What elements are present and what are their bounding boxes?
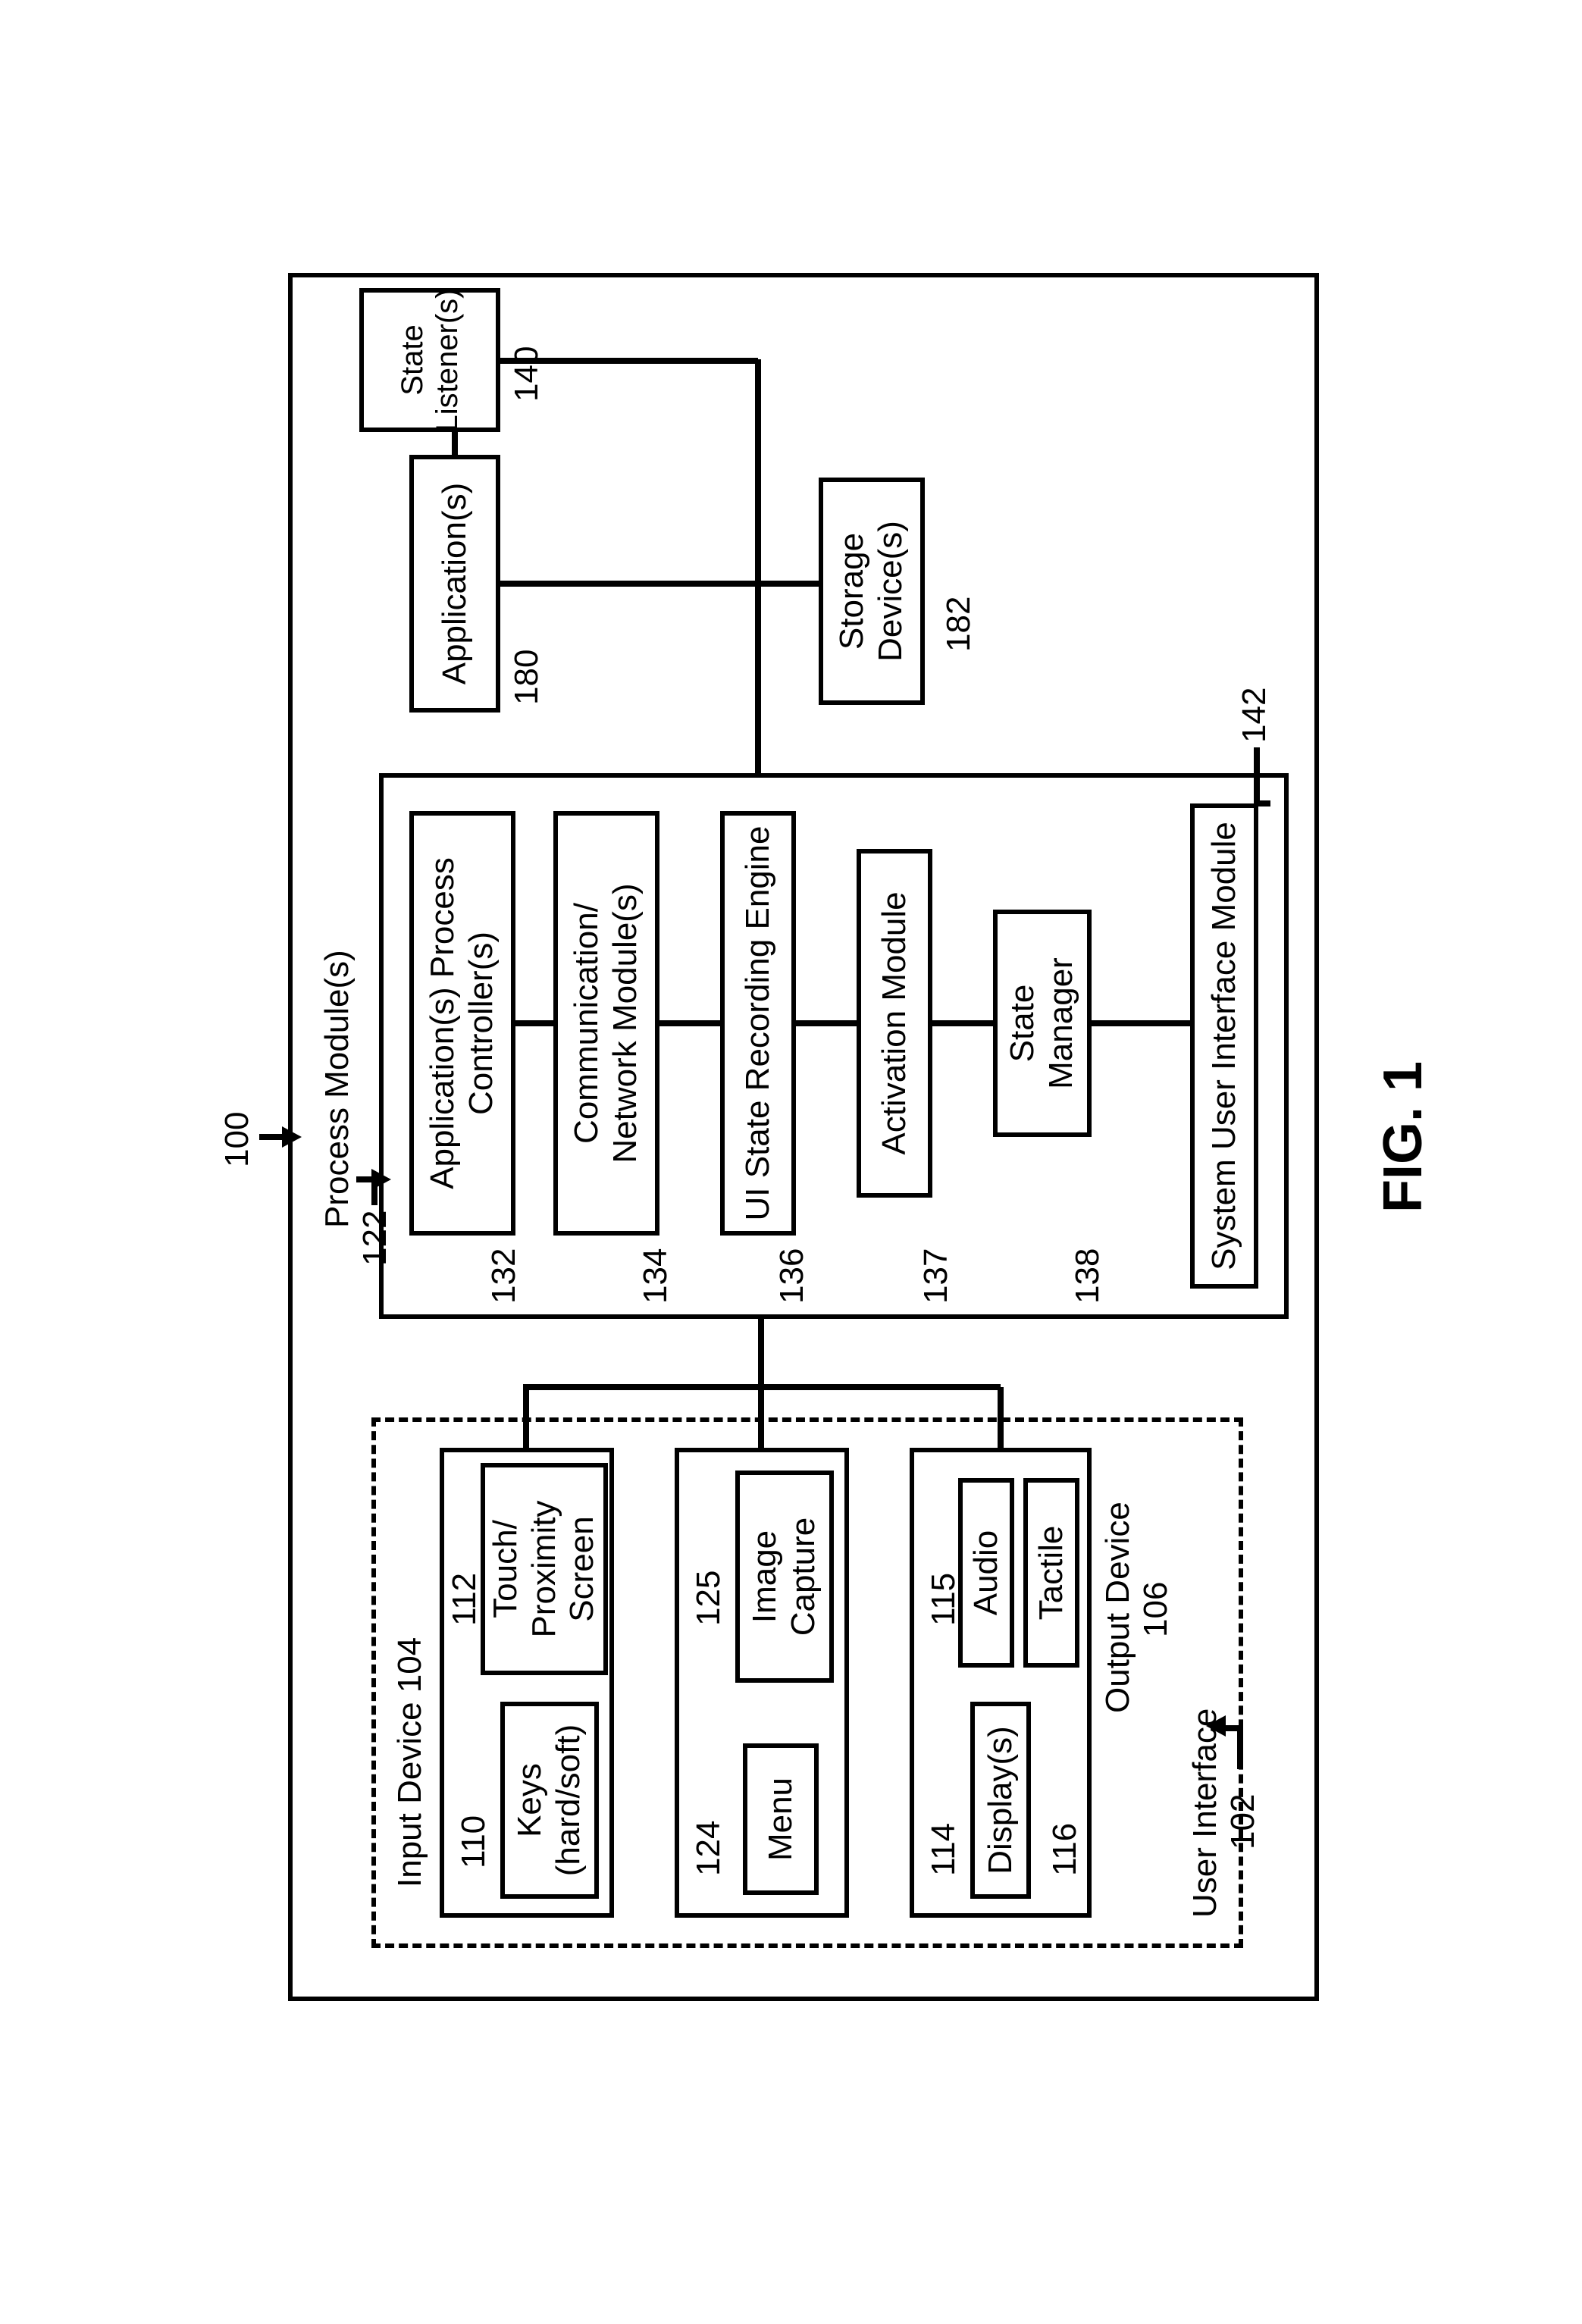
ref-tactile: 116 — [1046, 1823, 1085, 1876]
ref-sys-ui: 142 — [1236, 687, 1274, 743]
output-device-label: Output Device — [1099, 1502, 1138, 1713]
keys-box: Keys(hard/soft) — [500, 1702, 599, 1899]
ref-image-capture: 125 — [690, 1571, 728, 1626]
touch-box: Touch/ProximityScreen — [481, 1463, 608, 1675]
ref-system: 100 — [218, 1112, 257, 1167]
input-device-label: Input Device 104 — [391, 1637, 430, 1887]
user-interface-label: User Interface — [1186, 1709, 1225, 1918]
applications-box: Application(s) — [409, 455, 500, 713]
ref-comm: 134 — [637, 1248, 675, 1304]
ref-user-interface: 102 — [1224, 1794, 1263, 1849]
figure-label: FIG. 1 — [1372, 1061, 1434, 1213]
ref-ui-engine: 136 — [773, 1248, 812, 1304]
ref-displays: 114 — [925, 1823, 963, 1876]
state-listener-box: State Listener(s) — [359, 288, 500, 432]
displays-box: Display(s) — [970, 1702, 1031, 1899]
app-proc-box: Application(s) ProcessController(s) — [409, 811, 515, 1236]
ref-audio: 115 — [925, 1573, 963, 1626]
menu-box: Menu — [743, 1743, 819, 1895]
audio-box: Audio — [958, 1478, 1014, 1668]
ref-activation: 137 — [917, 1248, 956, 1304]
sys-ui-box: System User Interface Module — [1190, 803, 1258, 1289]
ref-keys: 110 — [455, 1815, 493, 1868]
ref-storage: 182 — [940, 597, 979, 652]
ref-touch: 112 — [446, 1573, 484, 1626]
ref-process-modules: 122 — [356, 1211, 395, 1266]
process-modules-label: Process Module(s) — [318, 950, 357, 1228]
ref-state-listener: 140 — [508, 346, 547, 402]
activation-box: Activation Module — [857, 849, 932, 1198]
ref-state-mgr: 138 — [1069, 1248, 1107, 1304]
ref-output-device: 106 — [1137, 1582, 1176, 1637]
ref-applications: 180 — [508, 650, 547, 705]
tactile-box: Tactile — [1023, 1478, 1079, 1668]
process-modules-box — [379, 773, 1289, 1319]
comm-box: Communication/Network Module(s) — [553, 811, 659, 1236]
ui-engine-box: UI State Recording Engine — [720, 811, 796, 1236]
ref-app-proc: 132 — [485, 1248, 524, 1304]
diagram-canvas: 100 User Interface 102 Input Device 104 … — [212, 227, 1455, 2047]
state-mgr-box: StateManager — [993, 910, 1092, 1137]
image-capture-box: ImageCapture — [735, 1471, 834, 1683]
storage-box: StorageDevice(s) — [819, 478, 925, 705]
ref-menu: 124 — [690, 1821, 728, 1876]
